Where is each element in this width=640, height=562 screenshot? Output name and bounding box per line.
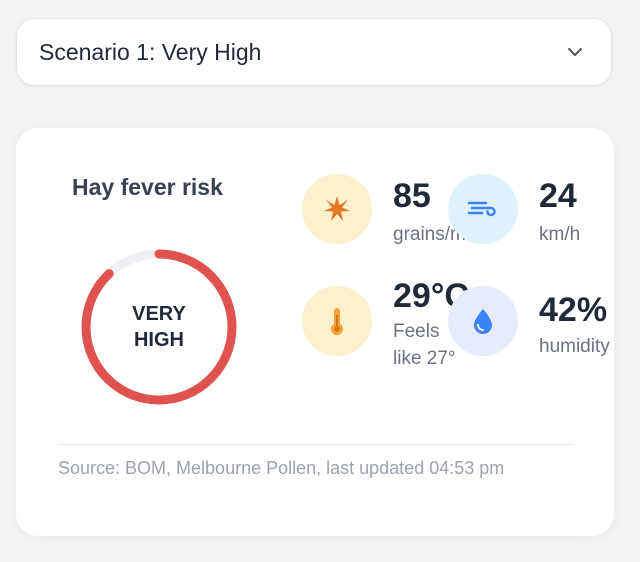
scenario-select[interactable]: Scenario 1: Very High <box>16 18 612 86</box>
risk-level-line2: HIGH <box>133 329 184 351</box>
source-note: Source: BOM, Melbourne Pollen, last upda… <box>58 458 505 478</box>
wind-icon <box>448 174 518 244</box>
humidity-value: 42% <box>539 291 608 329</box>
hay-fever-card: Hay fever risk VERY HIGH 85 grains/m³ 29… <box>16 128 614 536</box>
wind-unit: km/h <box>539 224 581 245</box>
risk-title: Hay fever risk <box>72 174 223 200</box>
humidity-label: humidity <box>539 336 610 357</box>
divider <box>58 444 574 445</box>
scenario-select-value: Scenario 1: Very High <box>39 38 262 65</box>
wind-value: 24 <box>539 177 577 215</box>
thermometer-icon <box>302 286 372 356</box>
pollen-star-icon <box>302 174 372 244</box>
chevron-down-icon[interactable] <box>565 42 585 62</box>
risk-level: VERY HIGH <box>78 246 240 408</box>
humidity-drop-icon <box>448 286 518 356</box>
risk-level-line1: VERY <box>132 303 186 325</box>
pollen-value: 85 <box>393 177 431 215</box>
